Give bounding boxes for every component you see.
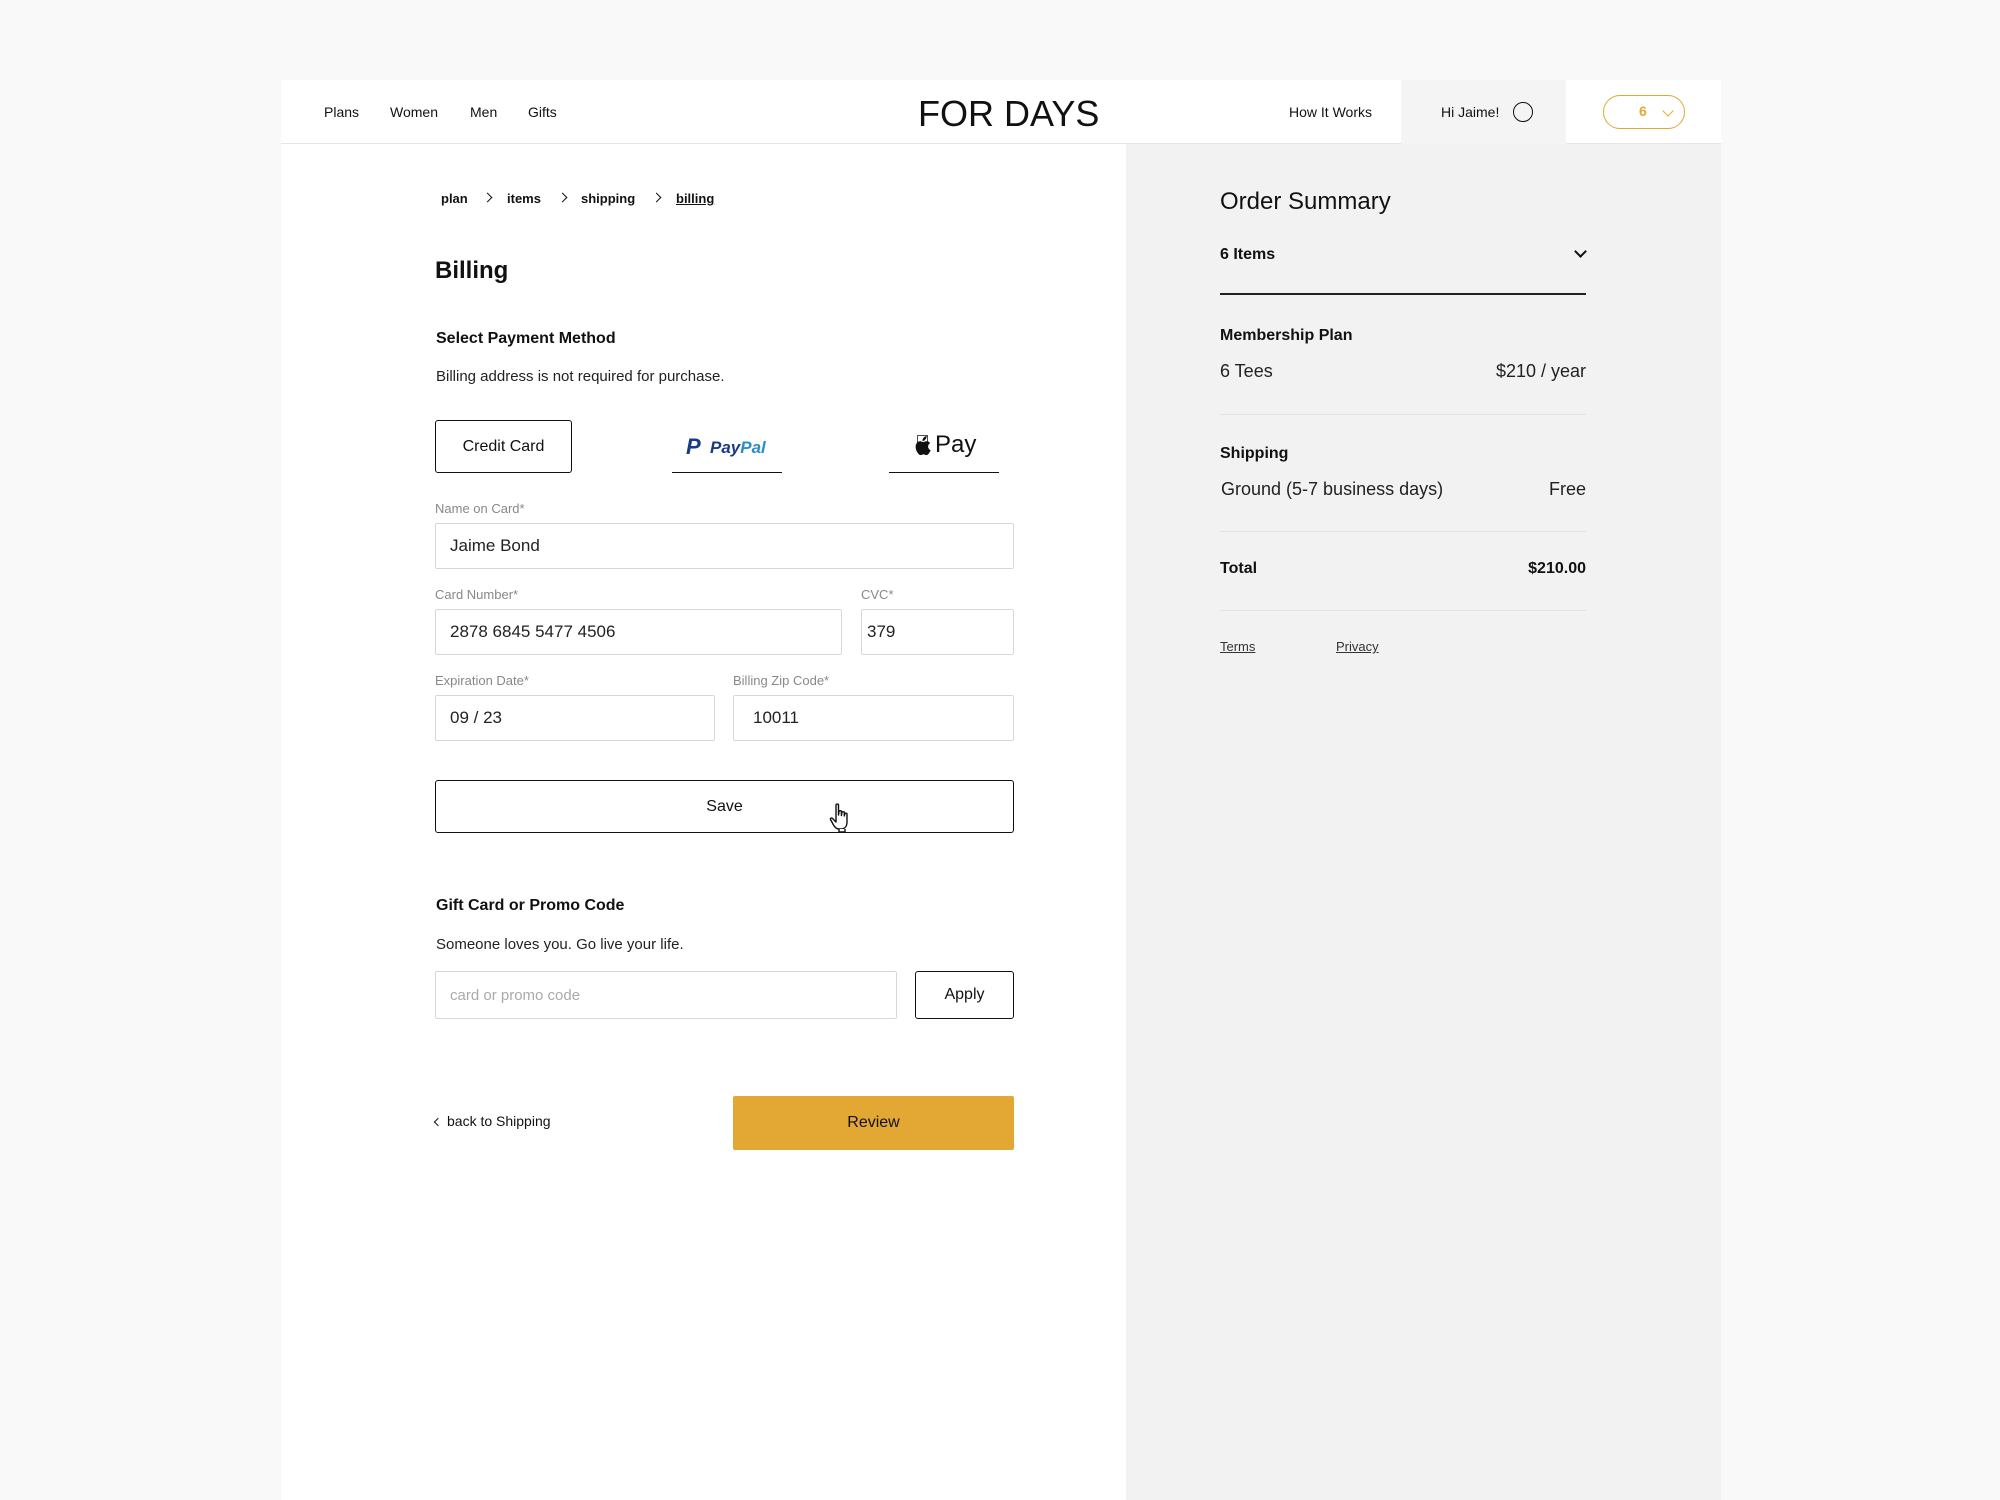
apple-pay-option[interactable]:  Pay [889,420,999,473]
privacy-link[interactable]: Privacy [1336,639,1379,654]
back-to-shipping-link[interactable]: back to Shipping [433,1113,551,1129]
credit-card-label: Credit Card [462,438,545,455]
order-summary-title: Order Summary [1220,188,1391,215]
save-button[interactable]: Save [435,780,1014,833]
nav-plans[interactable]: Plans [324,104,359,120]
chevron-right-icon [651,192,662,203]
back-label: back to Shipping [447,1113,551,1129]
chevron-down-icon[interactable] [1574,245,1587,258]
paypal-wordmark: PayPal [710,438,766,457]
order-summary-panel: Order Summary 6 Items Membership Plan 6 … [1126,144,1721,1500]
payment-method-heading: Select Payment Method [436,330,616,347]
brand-logo[interactable]: FOR DAYS [918,93,1099,135]
nav-how-it-works[interactable]: How It Works [1289,104,1372,120]
nav-women[interactable]: Women [390,104,438,120]
cvc-label: CVC* [861,587,894,602]
nav-men[interactable]: Men [470,104,497,120]
divider [1220,414,1586,415]
billing-zip-input[interactable] [733,695,1014,741]
apple-pay-label: Pay [935,431,977,458]
items-toggle-label[interactable]: 6 Items [1220,246,1275,264]
page-title: Billing [435,257,509,284]
user-icon [1513,102,1533,122]
name-on-card-label: Name on Card* [435,501,525,516]
expiration-date-input[interactable] [435,695,715,741]
nav-gifts[interactable]: Gifts [528,104,557,120]
plan-price: $210 / year [1495,361,1586,381]
divider [1220,610,1586,611]
promo-code-input[interactable] [435,971,897,1019]
breadcrumb-plan[interactable]: plan [441,191,468,206]
promo-heading: Gift Card or Promo Code [436,897,625,914]
plan-name: 6 Tees [1220,361,1273,381]
expiration-date-label: Expiration Date* [435,673,529,688]
breadcrumb-items[interactable]: items [507,191,541,206]
account-menu[interactable]: Hi Jaime! [1401,80,1566,144]
credit-card-option[interactable]: Credit Card [435,420,572,473]
paypal-icon: P [686,434,701,459]
card-number-label: Card Number* [435,587,519,602]
greeting-text: Hi Jaime! [1441,104,1500,120]
shipping-heading: Shipping [1220,445,1289,462]
payment-note: Billing address is not required for purc… [436,368,725,385]
shipping-method: Ground (5-7 business days) [1221,479,1444,499]
breadcrumb-billing[interactable]: billing [676,191,714,206]
divider [1220,293,1586,295]
total-value: $210.00 [1528,560,1586,577]
membership-plan-heading: Membership Plan [1220,327,1353,344]
name-on-card-input[interactable] [435,523,1014,569]
apple-logo-icon [915,436,931,456]
card-number-input[interactable] [435,609,842,655]
billing-zip-label: Billing Zip Code* [733,673,830,688]
apply-button[interactable]: Apply [915,971,1014,1019]
total-label: Total [1220,560,1258,577]
chevron-down-icon [1662,105,1674,117]
paypal-option[interactable]: P PayPal [672,420,782,473]
chevron-right-icon [557,192,568,203]
promo-note: Someone loves you. Go live your life. [436,936,684,953]
divider [1220,531,1586,532]
terms-link[interactable]: Terms [1220,639,1255,654]
breadcrumb-shipping[interactable]: shipping [581,191,635,206]
cart-count: 6 [1639,103,1647,119]
chevron-left-icon [433,1117,443,1127]
chevron-right-icon [482,192,493,203]
checkout-page: Plans Women Men Gifts FOR DAYS How It Wo… [281,80,1721,1500]
top-header: Plans Women Men Gifts FOR DAYS How It Wo… [281,80,1721,144]
review-button[interactable]: Review [733,1096,1014,1150]
cvc-input[interactable] [861,609,1014,655]
shipping-price: Free [1548,479,1586,499]
cart-button[interactable]: 6 [1603,95,1685,129]
